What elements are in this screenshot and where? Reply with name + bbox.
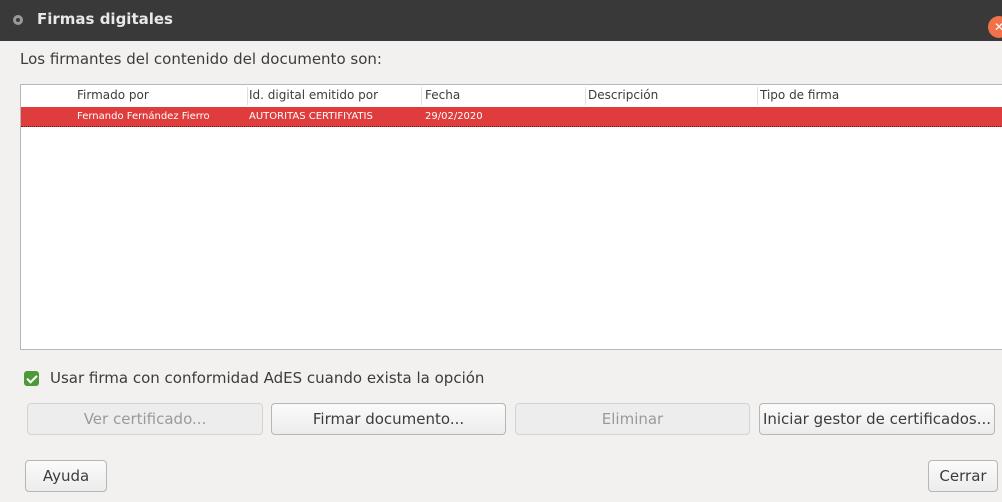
sign-document-button[interactable]: Firmar documento... [271, 403, 506, 435]
column-separator [585, 87, 586, 105]
help-button[interactable]: Ayuda [25, 460, 107, 492]
table-row[interactable]: Fernando Fernández Fierro AUTORITAS CERT… [21, 107, 1002, 127]
remove-button[interactable]: Eliminar [515, 403, 750, 435]
column-header-emitido-por[interactable]: Id. digital emitido por [249, 88, 378, 102]
window-title: Firmas digitales [37, 10, 173, 28]
cell-emitido-por: AUTORITAS CERTIFIYATIS [249, 111, 373, 122]
close-icon[interactable]: ✕ [988, 16, 1002, 38]
column-header-tipo-de-firma[interactable]: Tipo de firma [760, 88, 839, 102]
column-header-fecha[interactable]: Fecha [425, 88, 460, 102]
signatures-list[interactable]: Firmado por Id. digital emitido por Fech… [20, 84, 1002, 350]
title-bar[interactable]: Firmas digitales ✕ [0, 0, 1002, 41]
column-separator [247, 87, 248, 105]
digital-signatures-dialog: Firmas digitales ✕ Los firmantes del con… [0, 0, 1002, 502]
column-separator [421, 87, 422, 105]
list-header: Firmado por Id. digital emitido por Fech… [21, 85, 1002, 107]
view-certificate-button[interactable]: Ver certificado... [27, 403, 263, 435]
start-certificate-manager-button[interactable]: Iniciar gestor de certificados... [759, 403, 995, 435]
column-header-descripcion[interactable]: Descripción [588, 88, 658, 102]
window-menu-icon[interactable] [13, 15, 23, 25]
column-header-firmado-por[interactable]: Firmado por [77, 88, 149, 102]
ades-option-label[interactable]: Usar firma con conformidad AdES cuando e… [50, 369, 484, 387]
cell-fecha: 29/02/2020 [425, 111, 483, 122]
ades-checkbox[interactable] [24, 371, 39, 386]
signers-intro-label: Los firmantes del contenido del document… [20, 50, 382, 68]
close-button[interactable]: Cerrar [928, 460, 998, 492]
cell-firmado-por: Fernando Fernández Fierro [77, 111, 210, 122]
column-separator [757, 87, 758, 105]
